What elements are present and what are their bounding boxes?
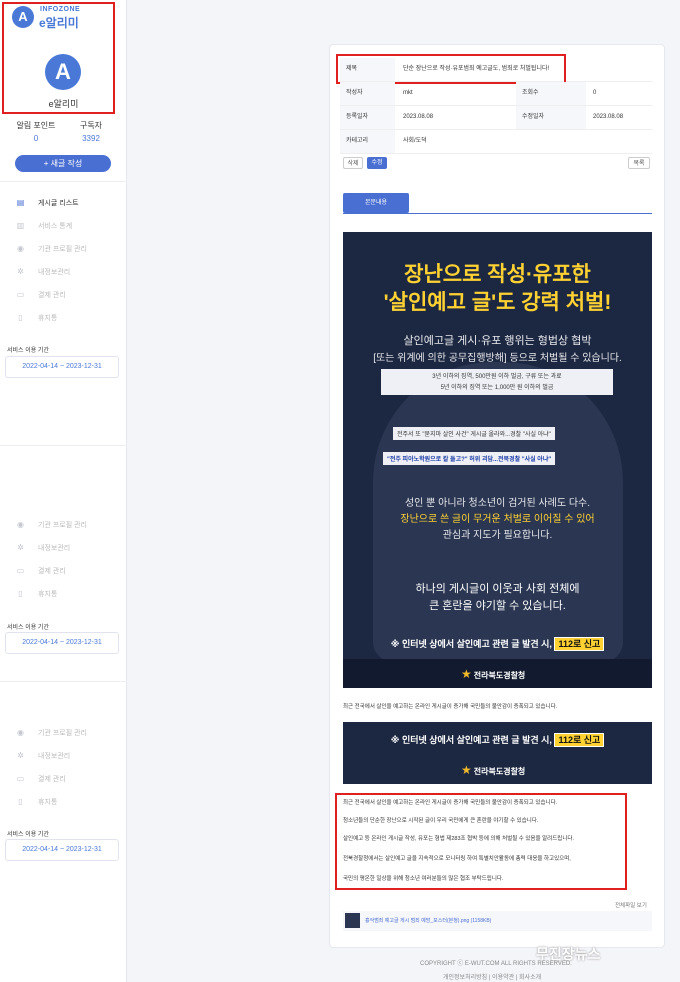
divider (0, 445, 127, 446)
user-icon: ◉ (17, 244, 24, 253)
sidebar-item-profile[interactable]: ◉ 기관 프로필 관리 (16, 243, 116, 257)
sidebar-item-trash[interactable]: ▯ 휴지통 (16, 588, 116, 602)
delete-button[interactable]: 삭제 (343, 157, 363, 169)
police-logo: ★ 전라북도경찰청 (461, 763, 526, 777)
sidebar-item-post-list[interactable]: ▤ 게시글 리스트 (16, 197, 116, 211)
service-period: 2022-04-14 ~ 2023-12-31 (5, 839, 119, 861)
poster-line-2: [또는 위계에 의한 공무집행방해] 등으로 처벌될 수 있습니다. (373, 353, 622, 364)
user-name: e알리미 (48, 99, 79, 109)
poster-quote-2: 큰 혼란을 야기할 수 있습니다. (429, 600, 566, 612)
divider (0, 681, 127, 682)
police-badge-icon: ★ (461, 763, 472, 777)
poster-image: 장난으로 작성·유포한 '살인예고 글'도 강력 처벌! 살인예고글 게시·유포… (343, 232, 652, 688)
category-row: 카테고리 사회/도덕 (340, 130, 652, 154)
service-period-label: 서비스 이용 기간 (7, 625, 49, 631)
poster-mid-3: 관심과 지도가 필요합니다. (442, 530, 553, 541)
news-clip-2: "전주 피아노학원으로 칼 들고?" 허위 괴담...전북경찰 "사실 아냐" (383, 452, 556, 465)
footer-links[interactable]: 개인정보처리방침 | 이용약관 | 회사소개 (443, 972, 541, 981)
trash-icon: ▯ (18, 589, 23, 598)
new-post-button[interactable]: + 새글 작성 (15, 155, 111, 172)
divider (0, 181, 127, 182)
attachment-name[interactable]: 흉악범죄 예고글 게시 범죄 예방_포스터(본청).png (1158KB) (365, 917, 491, 924)
body-paragraph: 청소년들의 단순한 장난으로 시작된 글이 우리 국민에게 큰 혼란을 야기할 … (343, 818, 539, 824)
logo-icon: A (12, 6, 34, 28)
tab-underline (343, 213, 652, 214)
watermark: 무진장뉴스 (536, 946, 601, 962)
modified-date: 2023.08.08 (593, 114, 624, 120)
user-icon: ◉ (17, 520, 24, 529)
poster-report: ※ 인터넷 상에서 살인예고 관련 글 발견 시, 112로 신고 (343, 637, 652, 651)
news-clip-1: 전주서 또 "묻지마 살인 사건" 게시글 올라와...경찰 "사실 아냐" (393, 427, 555, 440)
trash-icon: ▯ (18, 313, 23, 322)
avatar: A (45, 54, 81, 90)
poster-headline-2: '살인예고 글'도 강력 처벌! (383, 291, 612, 314)
body-paragraph: 살인예고 등 온라인 게시글 작성, 유포는 형법 제283조 협박 등에 의해… (343, 836, 574, 842)
gear-icon: ✲ (17, 751, 24, 760)
category: 사회/도덕 (403, 138, 427, 144)
trash-icon: ▯ (18, 797, 23, 806)
service-period: 2022-04-14 ~ 2023-12-31 (5, 356, 119, 378)
body-paragraph: 전북경찰청에서는 살인예고 글을 지속적으로 모니터링 하여 특별치안활동에 총… (343, 856, 571, 862)
stat-points: 알림 포인트 0 (16, 121, 56, 143)
poster-quote-1: 하나의 게시글이 이웃과 사회 전체에 (415, 583, 580, 595)
title-highlight-box (336, 54, 566, 84)
sidebar-item-trash[interactable]: ▯ 휴지통 (16, 312, 116, 326)
user-icon: ◉ (17, 728, 24, 737)
sidebar-item-stats[interactable]: ▥ 서비스 통계 (16, 220, 116, 234)
view-all-files-link[interactable]: 전체파일 보기 (615, 901, 647, 909)
service-period: 2022-04-14 ~ 2023-12-31 (5, 632, 119, 654)
list-button[interactable]: 목록 (628, 157, 650, 169)
poster-banner: ※ 인터넷 상에서 살인예고 관련 글 발견 시, 112로 신고 ★ 전라북도경… (343, 722, 652, 784)
registered-date: 2023.08.08 (403, 114, 434, 120)
sidebar-item-profile[interactable]: ◉ 기관 프로필 관리 (16, 519, 116, 533)
service-period-label: 서비스 이용 기간 (7, 348, 49, 354)
sidebar-item-trash[interactable]: ▯ 휴지통 (16, 796, 116, 810)
penalty-box: 3년 이하의 징역, 500만원 이하 벌금, 구류 또는 과료 5년 이하의 … (381, 369, 613, 395)
sidebar-item-payment[interactable]: ▭ 결제 관리 (16, 773, 116, 787)
gear-icon: ✲ (17, 543, 24, 552)
list-icon: ▤ (16, 198, 25, 207)
poster-mid-1: 성인 뿐 아니라 청소년이 검거된 사례도 다수. (404, 498, 591, 509)
intro-text: 최근 전국에서 살인을 예고하는 온라인 게시글이 증가해 국민들의 불안감이 … (343, 704, 558, 710)
gear-icon: ✲ (17, 267, 24, 276)
police-logo: ★ 전라북도경찰청 (461, 667, 526, 681)
sidebar-item-myinfo[interactable]: ✲ 내정보관리 (16, 750, 116, 764)
sidebar-item-myinfo[interactable]: ✲ 내정보관리 (16, 266, 116, 280)
logo-name: e알리미 (39, 16, 79, 30)
attachment[interactable]: 흉악범죄 예고글 게시 범죄 예방_포스터(본청).png (1158KB) (343, 911, 652, 931)
views: 0 (593, 90, 597, 96)
sidebar-item-profile[interactable]: ◉ 기관 프로필 관리 (16, 727, 116, 741)
tab-content[interactable]: 본문내용 (343, 193, 409, 213)
sidebar-item-payment[interactable]: ▭ 결제 관리 (16, 565, 116, 579)
sidebar: A INFOZONE e알리미 A e알리미 알림 포인트 0 구독자 3392… (0, 0, 127, 982)
poster-footer: ★ 전라북도경찰청 (343, 659, 652, 688)
author: mkt (403, 90, 413, 96)
poster-mid-2: 장난으로 쓴 글이 무거운 처벌로 이어질 수 있어 (400, 514, 595, 525)
attachment-thumbnail (345, 913, 360, 928)
logo[interactable]: A INFOZONE e알리미 (12, 6, 112, 32)
card-icon: ▭ (16, 566, 25, 575)
card-icon: ▭ (16, 774, 25, 783)
body-paragraph: 국민의 평온한 일상을 위해 청소년 여러분들의 많은 협조 부탁드립니다. (343, 876, 504, 882)
stat-subscribers: 구독자 3392 (79, 121, 103, 143)
author-row: 작성자 mkt 조회수 0 (340, 82, 652, 106)
banner-report: ※ 인터넷 상에서 살인예고 관련 글 발견 시, 112로 신고 (343, 733, 652, 747)
chart-icon: ▥ (16, 221, 25, 230)
post-detail: 제목 단순 장난으로 작성·유포범죄 예고글도, 범죄로 처벌됩니다! 작성자 … (329, 44, 665, 948)
poster-headline-1: 장난으로 작성·유포한 (404, 263, 591, 286)
sidebar-item-payment[interactable]: ▭ 결제 관리 (16, 289, 116, 303)
date-row: 등록일자 2023.08.08 수정일자 2023.08.08 (340, 106, 652, 130)
card-icon: ▭ (16, 290, 25, 299)
service-period-label: 서비스 이용 기간 (7, 832, 49, 838)
poster-line-1: 살인예고글 게시·유포 행위는 형법상 협박 (403, 335, 592, 347)
body-paragraph: 최근 전국에서 살인을 예고하는 온라인 게시글이 증가해 국민들의 불안감이 … (343, 800, 558, 806)
logo-subtitle: INFOZONE (40, 6, 81, 13)
edit-button[interactable]: 수정 (367, 157, 387, 169)
police-badge-icon: ★ (461, 667, 472, 681)
sidebar-item-myinfo[interactable]: ✲ 내정보관리 (16, 542, 116, 556)
